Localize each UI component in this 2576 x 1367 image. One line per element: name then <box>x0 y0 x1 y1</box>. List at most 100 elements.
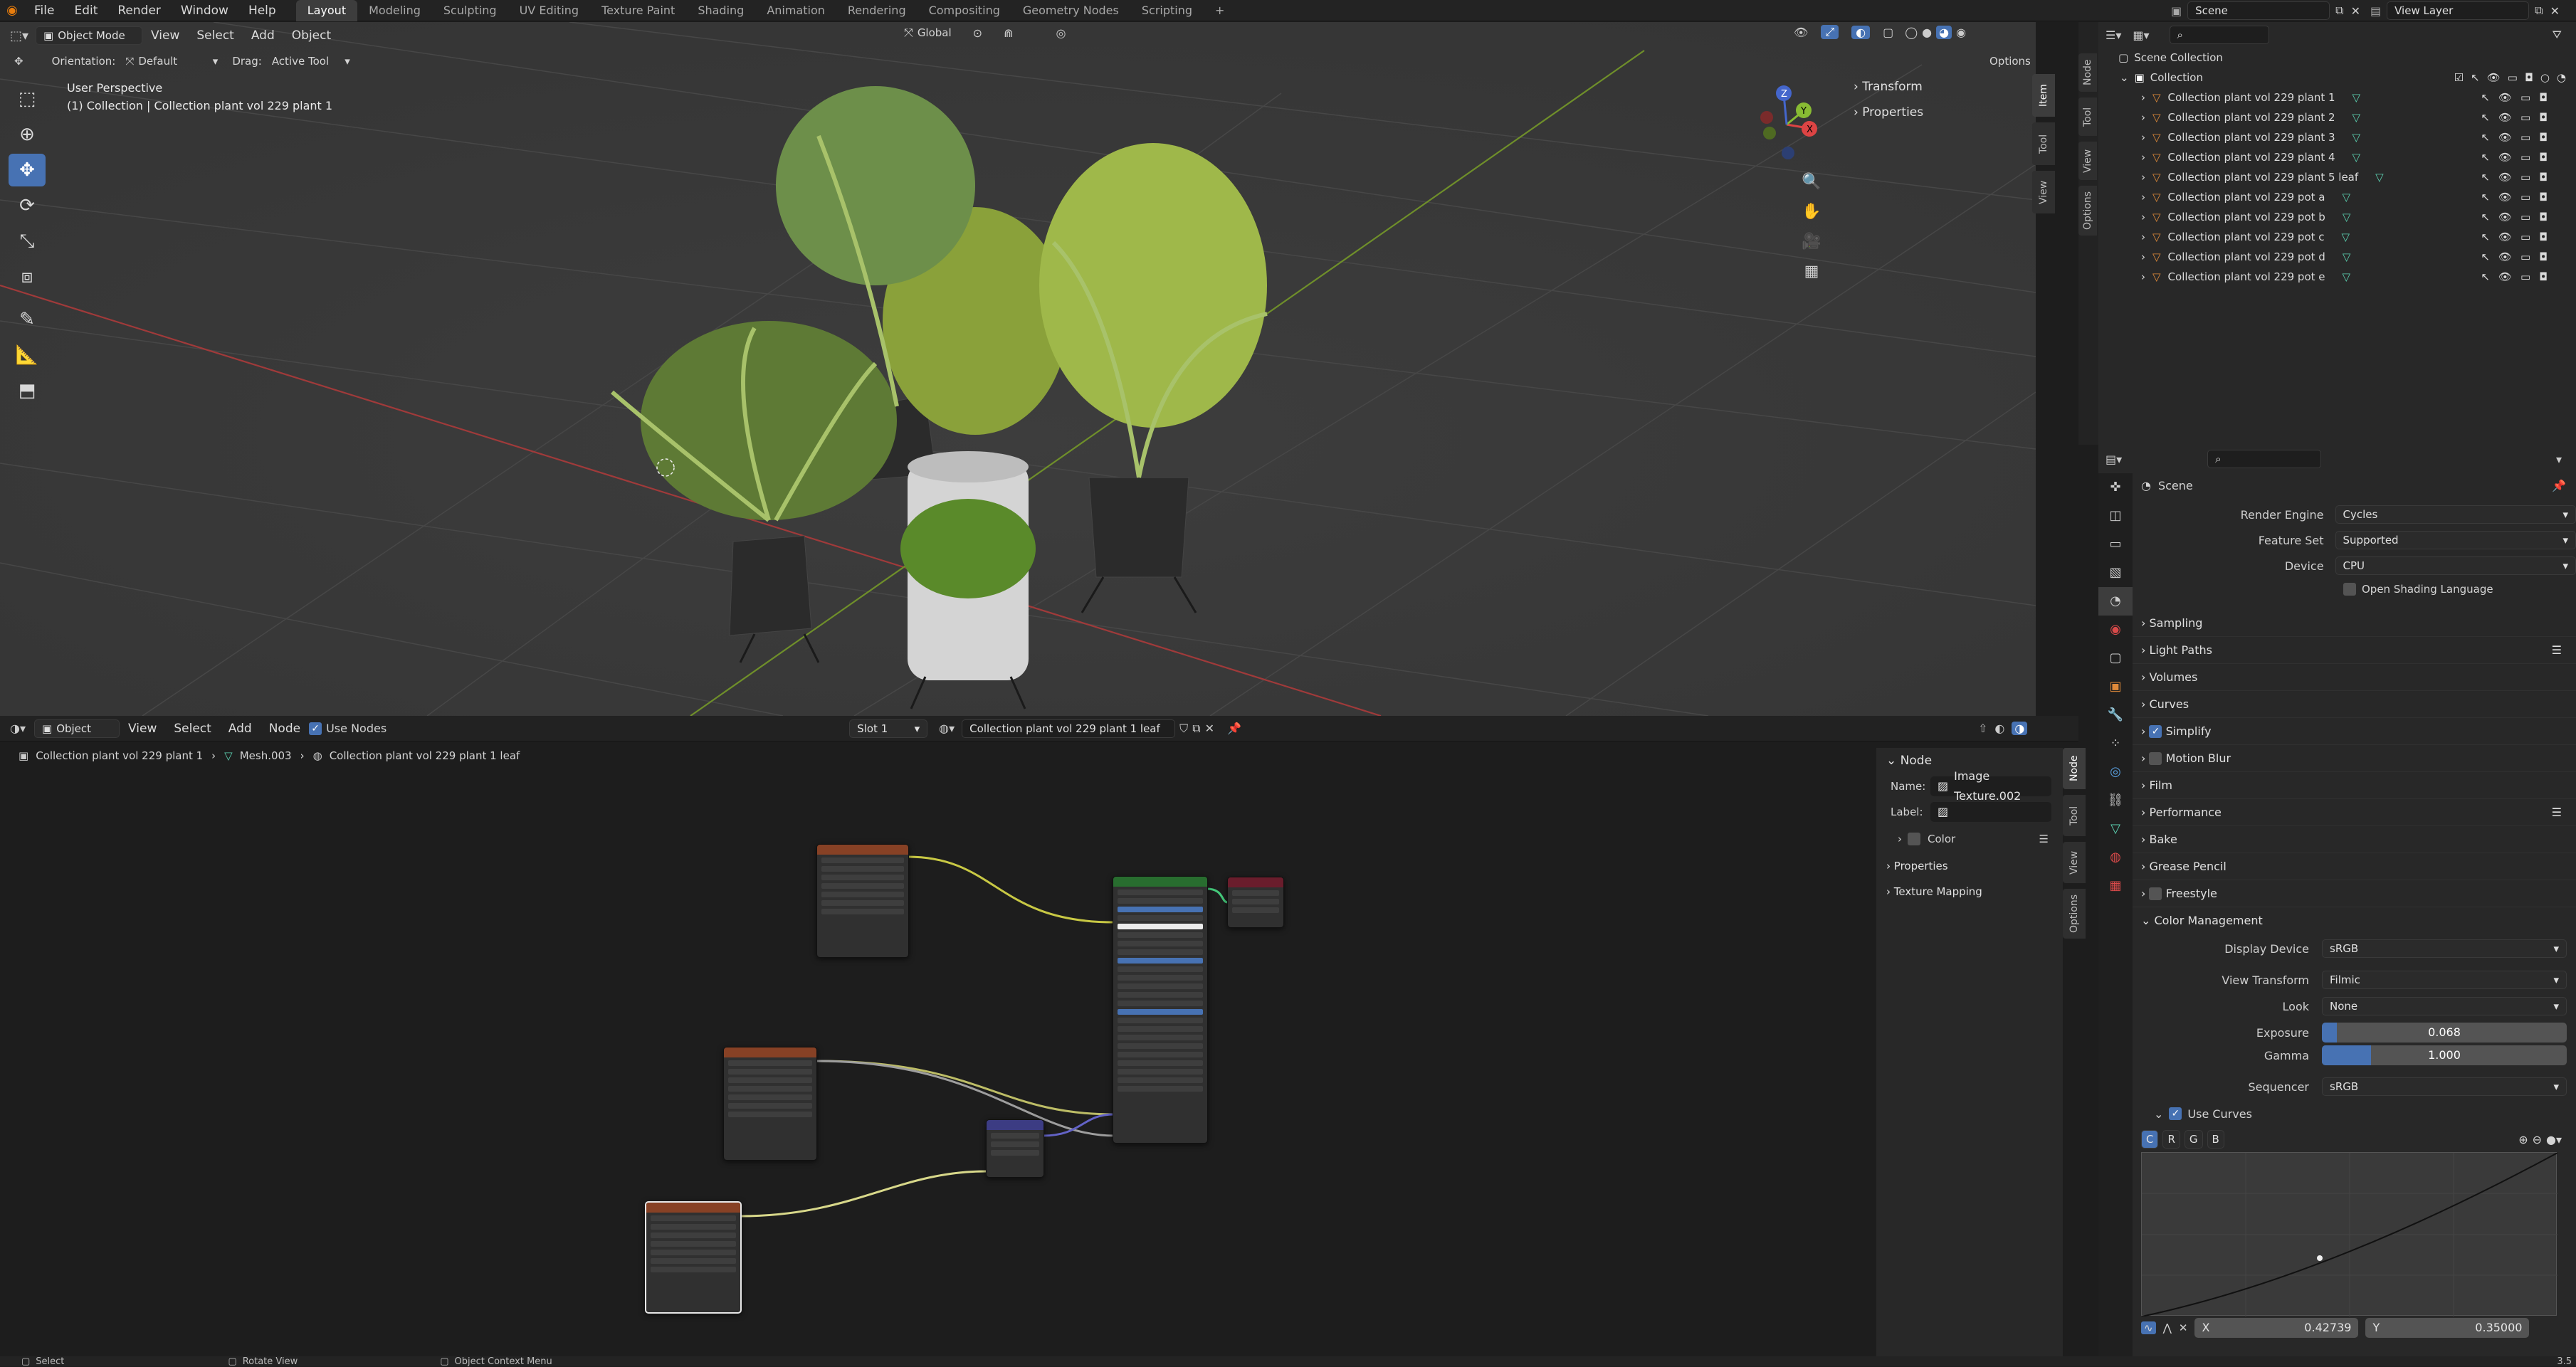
indirect-icon[interactable]: ◔ <box>2557 68 2566 88</box>
gamma-slider[interactable]: 1.000 <box>2322 1045 2567 1065</box>
tab-uv-editing[interactable]: UV Editing <box>508 0 590 21</box>
section-volumes[interactable]: › Volumes <box>2133 664 2576 691</box>
xray-icon[interactable]: ▢ <box>1883 26 1893 39</box>
properties-search-input[interactable]: ⌕ <box>2207 450 2322 468</box>
tool-tab-icon[interactable]: ✜ <box>2098 473 2133 502</box>
view-transform-dropdown[interactable]: Filmic ▾ <box>2322 971 2567 989</box>
select-arrow-icon[interactable]: ↖ <box>2481 167 2490 187</box>
zoom-icon[interactable]: 🔍 <box>1801 167 1822 197</box>
sequencer-dropdown[interactable]: sRGB ▾ <box>2322 1077 2567 1096</box>
menu-render[interactable]: Render <box>107 0 171 21</box>
tab-compositing[interactable]: Compositing <box>918 0 1011 21</box>
transform-tool-icon[interactable]: ⧈ <box>9 260 46 293</box>
snap-icon[interactable]: ⋒ <box>1004 26 1013 40</box>
snap-node-icon[interactable]: ⇧ <box>1978 722 1987 735</box>
outliner-scene-collection[interactable]: ▢ Scene Collection <box>2098 48 2576 68</box>
curve-x-field[interactable]: X 0.42739 <box>2194 1318 2359 1338</box>
chevron-down-icon[interactable]: ▾ <box>2556 453 2562 466</box>
handle-auto-icon[interactable]: ∿ <box>2141 1321 2156 1334</box>
node-color-checkbox[interactable] <box>1908 833 1920 845</box>
monitor-icon[interactable]: ▭ <box>2508 68 2518 88</box>
view-layer-field[interactable]: View Layer <box>2387 1 2530 20</box>
section-color-management[interactable]: ⌄ Color Management <box>2133 907 2576 934</box>
osl-checkbox[interactable] <box>2343 583 2356 596</box>
render-engine-dropdown[interactable]: Cycles ▾ <box>2335 505 2576 524</box>
camera-icon[interactable]: ◘ <box>2539 227 2548 247</box>
curve-widget[interactable] <box>2141 1152 2557 1316</box>
tab-view[interactable]: View <box>2032 171 2055 213</box>
monitor-icon[interactable]: ▭ <box>2520 267 2530 287</box>
curve-tools-icon[interactable]: ●▾ <box>2546 1133 2562 1146</box>
menu-window[interactable]: Window <box>171 0 238 21</box>
select-arrow-icon[interactable]: ↖ <box>2481 227 2490 247</box>
mode-dropdown[interactable]: ▣ Object Mode <box>36 26 143 45</box>
camera-icon[interactable]: ◘ <box>2539 107 2548 127</box>
tab-animation[interactable]: Animation <box>755 0 836 21</box>
eye-icon[interactable]: 👁 <box>2498 267 2512 287</box>
select-arrow-icon[interactable]: ↖ <box>2481 147 2490 167</box>
eye-icon[interactable]: 👁 <box>2498 127 2512 147</box>
proportional-edit-icon[interactable]: ◎ <box>1056 26 1066 40</box>
select-box-tool-icon[interactable]: ⬚ <box>9 83 46 115</box>
outliner-item[interactable]: › ▽ Collection plant vol 229 plant 3 ▽ ↖ 👁 ▭ ◘ <box>2098 127 2576 147</box>
monitor-icon[interactable]: ▭ <box>2520 247 2530 267</box>
eye-icon[interactable]: 👁 <box>2498 227 2512 247</box>
collection-tab-icon[interactable]: ▢ <box>2098 644 2133 672</box>
add-cube-tool-icon[interactable]: ⬒ <box>9 374 46 407</box>
tab-rendering[interactable]: Rendering <box>836 0 918 21</box>
select-arrow-icon[interactable]: ↖ <box>2471 68 2480 88</box>
section-bake[interactable]: › Bake <box>2133 826 2576 853</box>
display-mode-icon[interactable]: ▦▾ <box>2133 28 2149 42</box>
outliner-collection[interactable]: ⌄ ▣ Collection ☑ ↖ 👁 ▭ ◘ ○ ◔ <box>2098 68 2576 88</box>
freestyle-checkbox[interactable] <box>2149 887 2162 900</box>
section-grease-pencil[interactable]: › Grease Pencil <box>2133 853 2576 880</box>
presets-list-icon[interactable]: ☰ <box>2552 799 2562 826</box>
node-name-field[interactable]: ▨ Image Texture.002 <box>1930 769 2051 803</box>
scene-tab-icon[interactable]: ◔ <box>2098 587 2133 616</box>
data-tab-icon[interactable]: ▽ <box>2098 815 2133 843</box>
monitor-icon[interactable]: ▭ <box>2520 88 2530 107</box>
particles-tab-icon[interactable]: ⁘ <box>2098 729 2133 758</box>
tab-options[interactable]: Options <box>2078 186 2097 236</box>
delete-scene-icon[interactable]: ✕ <box>2351 4 2360 18</box>
rotate-tool-icon[interactable]: ⟳ <box>9 189 46 222</box>
eye-icon[interactable]: 👁 <box>2498 167 2512 187</box>
outliner-item[interactable]: › ▽ Collection plant vol 229 pot e ▽ ↖ 👁 ▭ ◘ <box>2098 267 2576 287</box>
section-light-paths[interactable]: › Light Paths ☰ <box>2133 637 2576 664</box>
outliner-item[interactable]: › ▽ Collection plant vol 229 pot d ▽ ↖ 👁 ▭ ◘ <box>2098 247 2576 267</box>
viewport-menu-object[interactable]: Object <box>283 28 340 43</box>
new-scene-icon[interactable]: ⧉ <box>2335 4 2343 18</box>
camera-icon[interactable]: ◘ <box>2539 207 2548 227</box>
select-arrow-icon[interactable]: ↖ <box>2481 88 2490 107</box>
section-motion-blur[interactable]: › Motion Blur <box>2133 745 2576 772</box>
3d-viewport[interactable] <box>0 22 2036 716</box>
scene-selector[interactable]: ▣ Scene ⧉ ✕ <box>2171 1 2360 20</box>
monitor-icon[interactable]: ▭ <box>2520 167 2530 187</box>
monitor-icon[interactable]: ▭ <box>2520 187 2530 207</box>
orientation-dropdown[interactable]: ⤧ Default ▾ <box>125 55 218 68</box>
holdout-icon[interactable]: ○ <box>2540 68 2550 88</box>
tab-node[interactable]: Node <box>2063 748 2086 789</box>
channel-b-button[interactable]: B <box>2207 1130 2224 1149</box>
add-workspace-button[interactable]: + <box>1204 0 1236 21</box>
simplify-checkbox[interactable]: ✓ <box>2149 724 2162 738</box>
tab-sculpting[interactable]: Sculpting <box>432 0 508 21</box>
texture-mapping-panel[interactable]: › Texture Mapping <box>1876 879 2063 904</box>
tab-shading[interactable]: Shading <box>686 0 755 21</box>
shading-solid-icon[interactable]: ● <box>1922 26 1932 39</box>
camera-icon[interactable]: ◘ <box>2525 68 2533 88</box>
node-color-row[interactable]: › Color ☰ <box>1876 825 2063 853</box>
outliner-item[interactable]: › ▽ Collection plant vol 229 plant 5 leaf ▽… <box>2098 167 2576 187</box>
checkbox-icon[interactable]: ☑ <box>2454 68 2464 88</box>
overlay-node-icon[interactable]: ◐ <box>1994 722 2004 735</box>
section-simplify[interactable]: › ✓ Simplify <box>2133 718 2576 745</box>
eye-icon[interactable]: 👁 <box>2498 147 2512 167</box>
channel-r-button[interactable]: R <box>2162 1130 2180 1149</box>
principled-bsdf-node[interactable] <box>1113 876 1208 1144</box>
editor-type-icon[interactable]: ⬚▾ <box>10 28 28 43</box>
outliner-item[interactable]: › ▽ Collection plant vol 229 pot b ▽ ↖ 👁 ▭ ◘ <box>2098 207 2576 227</box>
transform-panel[interactable]: › Transform <box>1844 74 2030 100</box>
material-tab-icon[interactable]: ◍ <box>2098 843 2133 872</box>
monitor-icon[interactable]: ▭ <box>2520 227 2530 247</box>
tab-tool[interactable]: Tool <box>2063 795 2086 836</box>
